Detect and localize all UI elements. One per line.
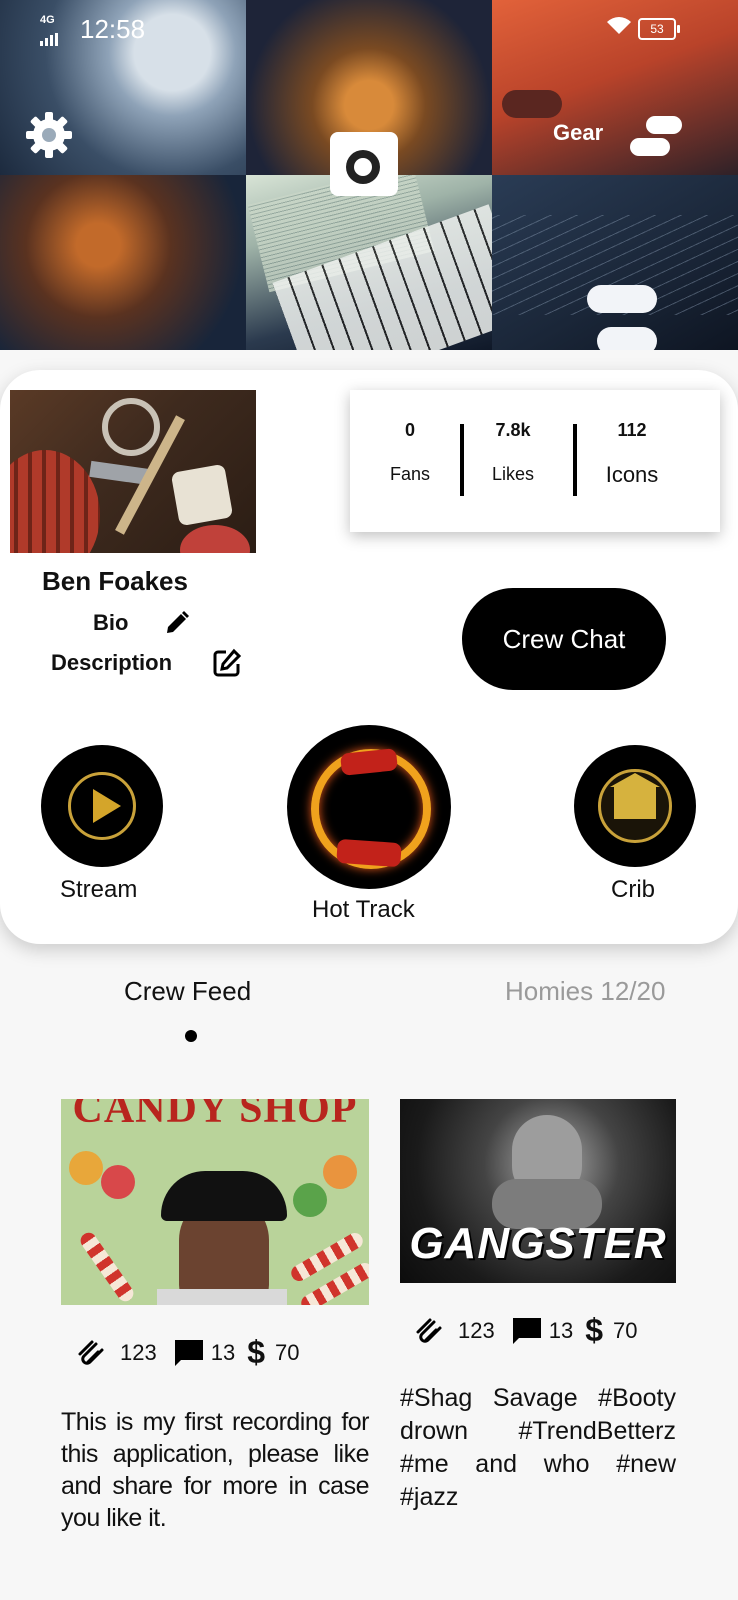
stat-value: 7.8k bbox=[495, 420, 531, 440]
stat-value: 0 bbox=[404, 420, 415, 440]
post-actions: 123 13 $ 70 bbox=[414, 1312, 637, 1349]
crib-button[interactable] bbox=[574, 745, 696, 867]
collage-photo-band bbox=[0, 175, 246, 350]
pencil-icon[interactable] bbox=[164, 610, 190, 636]
crib-label: Crib bbox=[611, 876, 656, 903]
stat-value: 112 bbox=[617, 420, 647, 440]
profile-card: 0 Fans 7.8k Likes 112 Icons Ben Foakes B… bbox=[0, 370, 738, 944]
crew-chat-button[interactable]: Crew Chat bbox=[462, 588, 666, 690]
stats-panel: 0 Fans 7.8k Likes 112 Icons bbox=[350, 390, 720, 532]
tab-homies[interactable]: Homies 12/20 bbox=[505, 976, 665, 1007]
dollar-icon[interactable]: $ bbox=[247, 1334, 265, 1371]
post-caption: This is my first recording for this appl… bbox=[61, 1408, 370, 1532]
collage-photo-guitar bbox=[492, 175, 738, 350]
stream-button[interactable] bbox=[41, 745, 163, 867]
stat-label: Likes bbox=[491, 464, 535, 484]
status-bar: 4G 12:58 53 bbox=[0, 0, 738, 56]
clip-count: 123 bbox=[120, 1339, 157, 1365]
post-actions: 123 13 $ 70 bbox=[76, 1334, 299, 1371]
stream-label: Stream bbox=[60, 876, 138, 903]
paperclip-icon[interactable] bbox=[76, 1338, 106, 1368]
dollar-count: 70 bbox=[613, 1317, 638, 1343]
house-icon bbox=[610, 773, 660, 819]
dollar-count: 70 bbox=[275, 1339, 300, 1365]
post-image-title: GANGSTER bbox=[409, 1219, 667, 1268]
stat-label: Icons bbox=[605, 462, 659, 487]
hot-track-label: Hot Track bbox=[312, 896, 415, 923]
post-caption: #Shag Savage #Booty drown #TrendBetterz … bbox=[400, 1384, 676, 1511]
camera-button[interactable] bbox=[330, 132, 398, 196]
bio-label[interactable]: Bio bbox=[93, 610, 128, 636]
battery-icon: 53 bbox=[638, 18, 680, 40]
network-type: 4G bbox=[40, 14, 55, 26]
gear-label[interactable]: Gear bbox=[553, 120, 603, 146]
play-icon bbox=[93, 789, 121, 823]
post-image-title: CANDY SHOP bbox=[72, 1099, 358, 1132]
paperclip-icon[interactable] bbox=[414, 1316, 444, 1346]
post-image[interactable]: CANDY SHOP bbox=[61, 1099, 369, 1305]
clip-count: 123 bbox=[458, 1317, 495, 1343]
post-image[interactable]: GANGSTER bbox=[400, 1099, 676, 1283]
signal-icon bbox=[40, 28, 60, 46]
dollar-icon[interactable]: $ bbox=[585, 1312, 603, 1349]
comment-icon[interactable] bbox=[173, 1338, 205, 1368]
comment-icon[interactable] bbox=[511, 1316, 543, 1346]
profile-name: Ben Foakes bbox=[42, 566, 188, 596]
wifi-icon bbox=[606, 16, 632, 42]
profile-photo[interactable] bbox=[10, 390, 256, 553]
active-tab-indicator bbox=[185, 1030, 197, 1042]
collage-photo-piano bbox=[246, 175, 492, 350]
stat-label: Fans bbox=[389, 464, 431, 484]
description-label[interactable]: Description bbox=[51, 650, 172, 676]
toggle-icon[interactable] bbox=[630, 110, 682, 158]
comment-count: 13 bbox=[210, 1339, 236, 1365]
settings-gear-icon[interactable] bbox=[24, 110, 74, 160]
comment-count: 13 bbox=[548, 1317, 574, 1343]
status-time: 12:58 bbox=[80, 14, 146, 44]
edit-square-icon[interactable] bbox=[212, 648, 242, 678]
tab-crew-feed[interactable]: Crew Feed bbox=[124, 976, 251, 1007]
hot-track-button[interactable] bbox=[287, 725, 451, 889]
